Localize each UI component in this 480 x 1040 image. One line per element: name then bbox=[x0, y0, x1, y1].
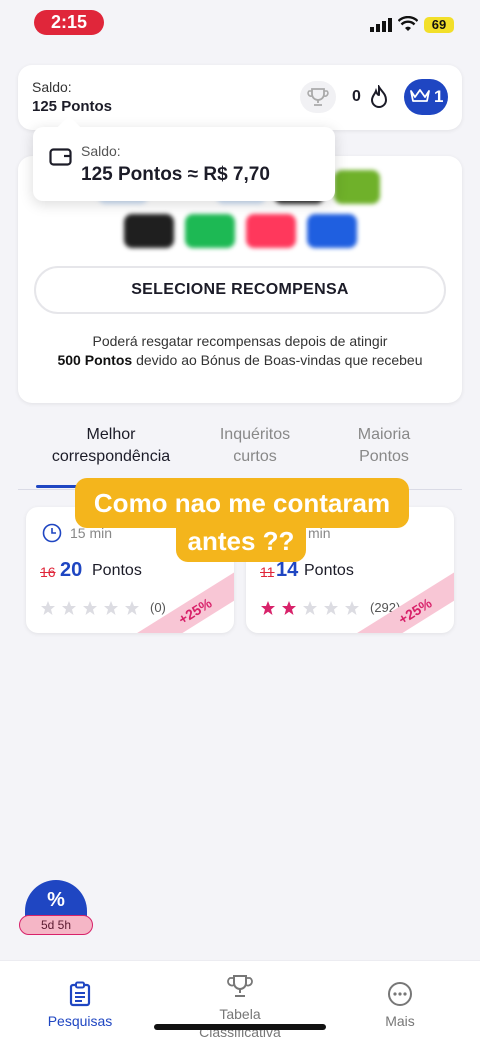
star-icon bbox=[282, 601, 296, 615]
more-icon bbox=[388, 982, 412, 1006]
balance-tooltip: Saldo: 125 Pontos ≈ R$ 7,70 bbox=[33, 127, 335, 201]
balance-card[interactable]: Saldo: 125 Pontos 0 1 bbox=[18, 65, 462, 130]
level-badge-button[interactable]: 1 bbox=[404, 79, 448, 115]
promo-timer: 5d 5h bbox=[19, 915, 93, 935]
star-rating bbox=[40, 600, 145, 616]
points-label: Pontos bbox=[304, 562, 354, 579]
nav-label: Tabela Classificativa bbox=[199, 1006, 281, 1040]
rating-count: (0) bbox=[150, 600, 166, 615]
star-icon bbox=[261, 601, 275, 615]
star-rating bbox=[260, 600, 365, 616]
reward-logo-blurred bbox=[334, 170, 380, 204]
star-icon bbox=[125, 601, 139, 615]
trophy-icon bbox=[307, 88, 329, 106]
tooltip-value: 125 Pontos ≈ R$ 7,70 bbox=[81, 164, 270, 185]
new-points: 20 bbox=[60, 559, 83, 581]
bonus-ribbon: +25% bbox=[133, 566, 234, 633]
wifi-icon bbox=[398, 16, 418, 31]
flame-icon bbox=[370, 85, 388, 108]
redeem-threshold: 500 Pontos bbox=[57, 352, 133, 368]
caption-line-2: antes ?? bbox=[176, 520, 306, 562]
tab-short-surveys[interactable]: Inquéritos curtos bbox=[198, 424, 312, 468]
clipboard-icon bbox=[69, 981, 91, 1007]
old-points: 11 bbox=[260, 564, 275, 580]
level-count: 1 bbox=[434, 87, 444, 106]
bonus-ribbon: +25% bbox=[353, 566, 454, 633]
crown-icon bbox=[410, 89, 430, 102]
points-label: Pontos bbox=[92, 562, 142, 579]
tab-best-match[interactable]: Melhor correspondência bbox=[36, 424, 186, 468]
star-icon bbox=[104, 601, 118, 615]
balance-value: 125 Pontos bbox=[32, 98, 113, 115]
balance-label: Saldo: bbox=[32, 79, 72, 95]
airbnb-logo bbox=[246, 214, 296, 248]
star-icon bbox=[41, 601, 55, 615]
tooltip-label: Saldo: bbox=[81, 143, 121, 159]
wallet-icon bbox=[49, 148, 72, 166]
nav-surveys[interactable]: Pesquisas bbox=[30, 981, 130, 1029]
signal-icon bbox=[370, 18, 392, 32]
select-reward-button[interactable]: SELECIONE RECOMPENSA bbox=[34, 266, 446, 314]
star-icon bbox=[345, 601, 359, 615]
old-points: 16 bbox=[40, 564, 56, 580]
new-points: 14 bbox=[276, 559, 299, 581]
redeem-note: Poderá resgatar recompensas depois de at… bbox=[57, 333, 423, 368]
streak-count: 0 bbox=[352, 88, 361, 105]
ebay-logo bbox=[307, 214, 357, 248]
nav-label: Pesquisas bbox=[47, 1013, 113, 1029]
trophy-button[interactable] bbox=[300, 81, 336, 113]
trophy-icon bbox=[227, 975, 253, 997]
nav-more[interactable]: Mais bbox=[360, 981, 440, 1029]
status-bar: 2:15 69 bbox=[0, 0, 480, 50]
star-icon bbox=[303, 601, 317, 615]
clock-icon bbox=[42, 523, 62, 543]
battery-indicator: 69 bbox=[424, 17, 454, 33]
star-icon bbox=[324, 601, 338, 615]
amazon-logo bbox=[124, 214, 174, 248]
status-time: 2:15 bbox=[34, 10, 104, 35]
nav-label: Mais bbox=[385, 1013, 415, 1029]
home-indicator bbox=[154, 1024, 326, 1030]
star-icon bbox=[83, 601, 97, 615]
spotify-logo bbox=[185, 214, 235, 248]
star-icon bbox=[62, 601, 76, 615]
tab-most-points[interactable]: Maioria Pontos bbox=[334, 424, 434, 468]
